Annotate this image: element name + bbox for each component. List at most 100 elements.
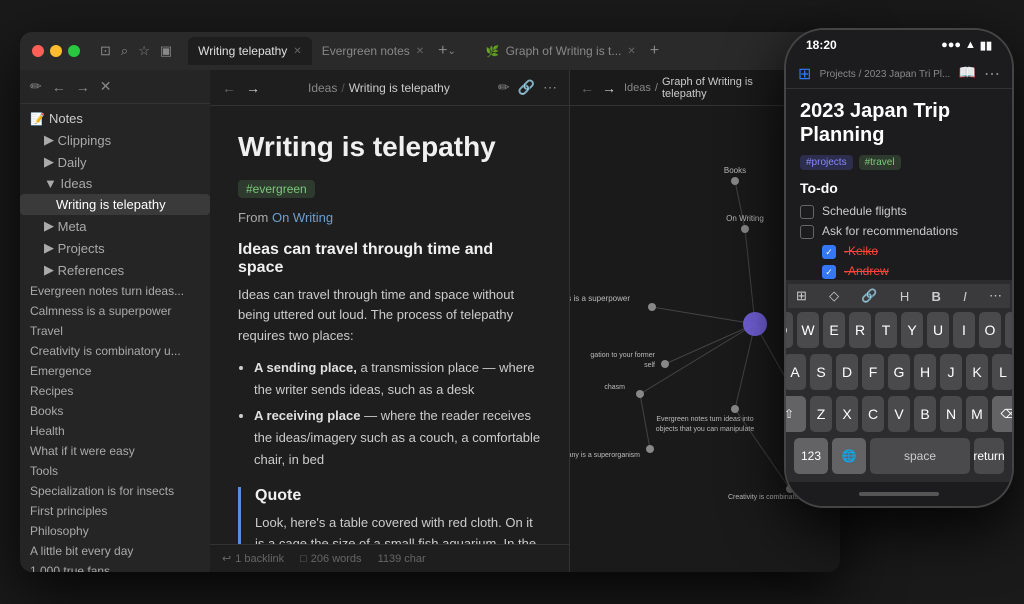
tab-close-icon[interactable]: ✕: [416, 46, 424, 57]
tag-badge[interactable]: #evergreen: [238, 180, 315, 198]
sidebar-item-ideas[interactable]: ▼ Ideas: [20, 173, 210, 194]
tabs-chevron-icon[interactable]: ⌄: [447, 46, 455, 57]
more-icon[interactable]: ⋯: [543, 79, 557, 96]
on-writing-link[interactable]: On Writing: [272, 210, 333, 225]
fullscreen-button[interactable]: [68, 45, 80, 57]
graph-breadcrumb-parent[interactable]: Ideas: [624, 82, 651, 94]
key-k[interactable]: K: [966, 354, 988, 390]
number-key[interactable]: 123: [794, 438, 828, 474]
key-u[interactable]: U: [927, 312, 949, 348]
kb-icon-2[interactable]: ◇: [829, 288, 839, 304]
sidebar-item-writing-telepathy[interactable]: Writing is telepathy: [20, 194, 210, 215]
home-indicator[interactable]: [859, 492, 939, 496]
sidebar-item-calmness[interactable]: Calmness is a superpower: [20, 301, 210, 321]
key-x[interactable]: X: [836, 396, 858, 432]
graph-forward-arrow[interactable]: →: [602, 80, 616, 96]
sidebar-item-clippings[interactable]: ▶ Clippings: [20, 129, 210, 151]
sidebar-item-specialization[interactable]: Specialization is for insects: [20, 481, 210, 501]
sidebar-item-daily[interactable]: ▶ Daily: [20, 151, 210, 173]
key-s[interactable]: S: [810, 354, 832, 390]
globe-key[interactable]: 🌐: [832, 438, 866, 474]
close-button[interactable]: [32, 45, 44, 57]
tag-travel[interactable]: #travel: [859, 155, 901, 170]
book-icon[interactable]: 📖: [959, 64, 976, 84]
backlinks-count[interactable]: ↩ 1 backlink: [222, 552, 284, 565]
tab-close-icon[interactable]: ✕: [293, 46, 301, 57]
todo-checkbox[interactable]: [800, 225, 814, 239]
kb-icon-3[interactable]: 🔗: [861, 288, 877, 304]
search-icon[interactable]: ⌕: [121, 43, 128, 59]
key-b[interactable]: B: [914, 396, 936, 432]
todo-item-andrew[interactable]: ✓ -Andrew: [800, 264, 998, 279]
key-f[interactable]: F: [862, 354, 884, 390]
star-icon[interactable]: ☆: [138, 43, 150, 59]
kb-more-icon[interactable]: ⋯: [989, 288, 1002, 304]
key-h[interactable]: H: [914, 354, 936, 390]
sidebar-item-travel[interactable]: Travel: [20, 321, 210, 341]
sidebar-item-notes[interactable]: 📝 Notes: [20, 108, 210, 129]
key-d[interactable]: D: [836, 354, 858, 390]
minimize-button[interactable]: [50, 45, 62, 57]
space-key[interactable]: space: [870, 438, 970, 474]
shift-key[interactable]: ⇧: [784, 396, 806, 432]
sidebar-item-recipes[interactable]: Recipes: [20, 381, 210, 401]
phone-app-icon[interactable]: ⊞: [798, 64, 811, 84]
sidebar-item-references[interactable]: ▶ References: [20, 259, 210, 281]
key-q[interactable]: Q: [784, 312, 793, 348]
key-l[interactable]: L: [992, 354, 1014, 390]
edit-icon[interactable]: ✏: [498, 79, 510, 96]
sidebar-item-first-principles[interactable]: First principles: [20, 501, 210, 521]
todo-item-flights[interactable]: Schedule flights: [800, 204, 998, 219]
kb-icon-5[interactable]: B: [931, 289, 940, 304]
sidebar-item-what-if[interactable]: What if it were easy: [20, 441, 210, 461]
sidebar-item-philosophy[interactable]: Philosophy: [20, 521, 210, 541]
kb-icon-6[interactable]: I: [963, 289, 967, 304]
sidebar-item-creativity[interactable]: Creativity is combinatory u...: [20, 341, 210, 361]
sidebar-item-books[interactable]: Books: [20, 401, 210, 421]
key-m[interactable]: M: [966, 396, 988, 432]
todo-checkbox[interactable]: [800, 205, 814, 219]
key-w[interactable]: W: [797, 312, 819, 348]
new-note-icon[interactable]: ✏: [30, 78, 42, 95]
breadcrumb-parent[interactable]: Ideas: [308, 81, 337, 95]
tab-graph[interactable]: 🌿 Graph of Writing is t... ✕: [476, 37, 646, 65]
key-c[interactable]: C: [862, 396, 884, 432]
sidebar-item-evergreen[interactable]: Evergreen notes turn ideas...: [20, 281, 210, 301]
todo-checkbox-checked[interactable]: ✓: [822, 265, 836, 279]
todo-checkbox-checked[interactable]: ✓: [822, 245, 836, 259]
sidebar-icon[interactable]: ▣: [160, 43, 172, 59]
forward-arrow[interactable]: →: [246, 80, 260, 96]
key-e[interactable]: E: [823, 312, 845, 348]
sidebar-item-tools[interactable]: Tools: [20, 461, 210, 481]
key-j[interactable]: J: [940, 354, 962, 390]
key-g[interactable]: G: [888, 354, 910, 390]
sidebar-item-1000-fans[interactable]: 1,000 true fans: [20, 561, 210, 572]
sidebar-item-meta[interactable]: ▶ Meta: [20, 215, 210, 237]
key-t[interactable]: T: [875, 312, 897, 348]
key-y[interactable]: Y: [901, 312, 923, 348]
key-v[interactable]: V: [888, 396, 910, 432]
close-sidebar-icon[interactable]: ✕: [100, 78, 112, 95]
forward-sidebar-icon[interactable]: →: [76, 79, 90, 95]
kb-icon-4[interactable]: H: [900, 289, 909, 304]
key-z[interactable]: Z: [810, 396, 832, 432]
backspace-key[interactable]: ⌫: [992, 396, 1014, 432]
new-tab-button[interactable]: +: [438, 42, 447, 60]
key-p[interactable]: P: [1005, 312, 1014, 348]
key-o[interactable]: O: [979, 312, 1001, 348]
sidebar-item-emergence[interactable]: Emergence: [20, 361, 210, 381]
key-a[interactable]: A: [784, 354, 806, 390]
folder-icon[interactable]: ⊡: [100, 43, 111, 59]
link-icon[interactable]: 🔗: [518, 79, 535, 96]
back-sidebar-icon[interactable]: ←: [52, 79, 66, 95]
kb-icon-1[interactable]: ⊞: [796, 288, 807, 304]
tab-writing-telepathy[interactable]: Writing telepathy ✕: [188, 37, 312, 65]
todo-item-recommendations[interactable]: Ask for recommendations: [800, 224, 998, 239]
return-key[interactable]: return: [974, 438, 1004, 474]
key-i[interactable]: I: [953, 312, 975, 348]
tab-evergreen-notes[interactable]: Evergreen notes ✕: [312, 37, 434, 65]
todo-item-keiko[interactable]: ✓ -Keiko: [800, 244, 998, 259]
key-n[interactable]: N: [940, 396, 962, 432]
sidebar-item-health[interactable]: Health: [20, 421, 210, 441]
tag-projects[interactable]: #projects: [800, 155, 853, 170]
